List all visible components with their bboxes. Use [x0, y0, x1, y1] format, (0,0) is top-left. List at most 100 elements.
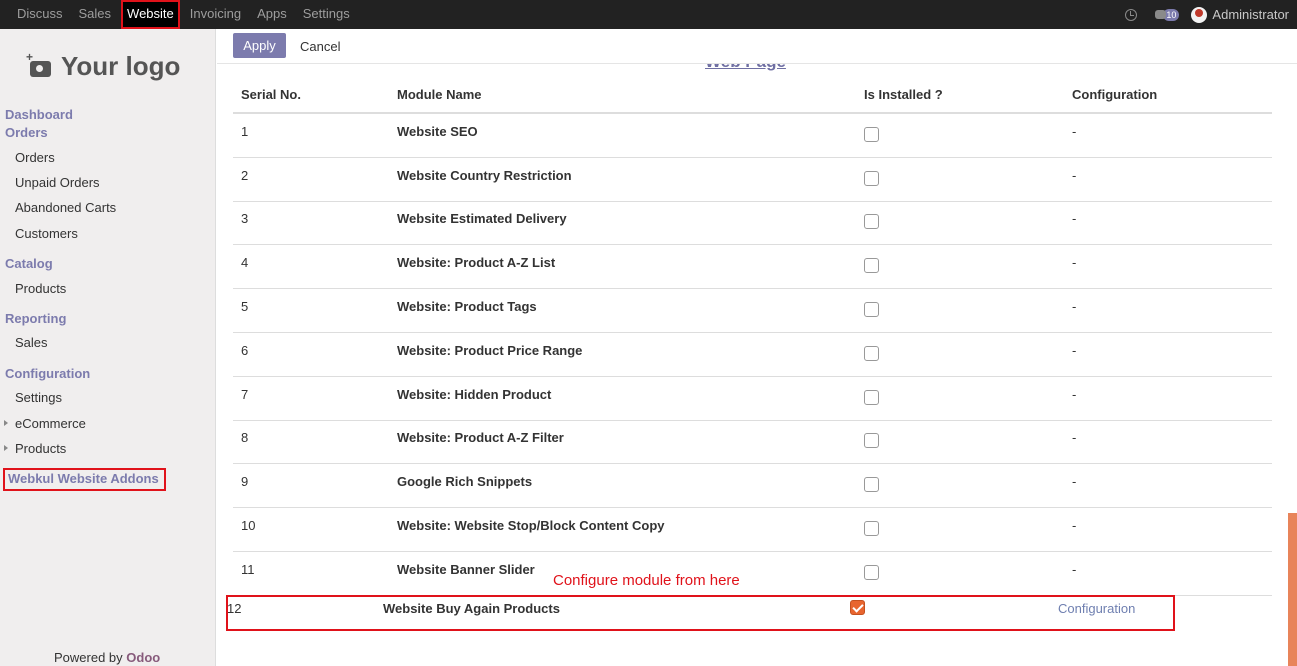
column-serial: Serial No.: [241, 87, 301, 102]
sidebar-section-configuration[interactable]: Configuration: [5, 366, 90, 381]
installed-checkbox[interactable]: [864, 214, 879, 229]
nav-settings[interactable]: Settings: [297, 0, 356, 29]
app-menu: Discuss Sales Website Invoicing Apps Set…: [11, 0, 360, 29]
configuration-cell: -: [1072, 255, 1077, 270]
module-name-cell: Website Banner Slider: [397, 562, 535, 577]
annotation-note: Configure module from here: [553, 572, 740, 589]
column-installed: Is Installed ?: [864, 87, 943, 102]
table-row: 5 Website: Product Tags -: [233, 289, 1272, 333]
sidebar-dashboard[interactable]: Dashboard: [5, 107, 73, 122]
clock-icon[interactable]: [1125, 8, 1138, 21]
sidebar-item-config-products[interactable]: Products: [15, 441, 66, 456]
module-name-cell: Website: Product Tags: [397, 299, 537, 314]
module-name-cell: Website: Product Price Range: [397, 343, 583, 358]
serial-cell: 2: [241, 168, 249, 183]
configuration-cell: -: [1072, 562, 1077, 577]
caret-right-icon: [4, 445, 8, 451]
sidebar-item-orders[interactable]: Orders: [15, 150, 55, 165]
user-menu[interactable]: Administrator: [1212, 7, 1289, 22]
powered-by: Powered by Odoo: [54, 650, 160, 665]
installed-checkbox[interactable]: [864, 171, 879, 186]
main-content: Web Page Serial No. Module Name Is Insta…: [217, 64, 1297, 666]
table-row: 1 Website SEO -: [233, 114, 1272, 158]
apply-button[interactable]: Apply: [233, 33, 286, 58]
nav-invoicing[interactable]: Invoicing: [184, 0, 247, 29]
module-name-cell: Website Estimated Delivery: [397, 211, 567, 226]
table-row: 6 Website: Product Price Range -: [233, 333, 1272, 377]
sidebar: Your logo Dashboard Orders Orders Unpaid…: [0, 29, 216, 666]
systray: 10 Administrator: [1125, 0, 1289, 29]
installed-checkbox[interactable]: [864, 258, 879, 273]
sidebar-item-customers[interactable]: Customers: [15, 226, 78, 241]
serial-cell: 7: [241, 387, 249, 402]
installed-checkbox[interactable]: [864, 521, 879, 536]
installed-checkbox[interactable]: [864, 477, 879, 492]
serial-cell: 11: [241, 562, 255, 577]
nav-apps[interactable]: Apps: [251, 0, 293, 29]
installed-checkbox[interactable]: [864, 127, 879, 142]
sidebar-section-orders[interactable]: Orders: [5, 125, 48, 140]
camera-icon: [26, 50, 51, 77]
odoo-link[interactable]: Odoo: [126, 650, 160, 665]
serial-cell: 5: [241, 299, 249, 314]
module-name-cell: Website Country Restriction: [397, 168, 572, 183]
company-logo[interactable]: Your logo: [26, 50, 181, 82]
table-row: 9 Google Rich Snippets -: [233, 464, 1272, 508]
serial-cell: 3: [241, 211, 249, 226]
configuration-cell: -: [1072, 430, 1077, 445]
user-avatar[interactable]: [1191, 6, 1208, 23]
configuration-cell: -: [1072, 168, 1077, 183]
sidebar-item-products[interactable]: Products: [15, 281, 66, 296]
installed-checkbox[interactable]: [864, 390, 879, 405]
installed-checkbox[interactable]: [864, 433, 879, 448]
module-name-cell: Website SEO: [397, 124, 478, 139]
module-name-cell: Website: Product A-Z List: [397, 255, 556, 270]
sidebar-item-settings[interactable]: Settings: [15, 390, 62, 405]
nav-sales[interactable]: Sales: [73, 0, 118, 29]
module-name-cell: Website: Product A-Z Filter: [397, 430, 564, 445]
cancel-button[interactable]: Cancel: [300, 39, 340, 54]
chat-icon: [1155, 10, 1167, 19]
installed-checkbox[interactable]: [864, 346, 879, 361]
sidebar-section-catalog[interactable]: Catalog: [5, 256, 53, 271]
powered-by-label: Powered by: [54, 650, 123, 665]
installed-checkbox[interactable]: [864, 565, 879, 580]
module-name-cell: Website: Website Stop/Block Content Copy: [397, 518, 665, 533]
sidebar-item-ecommerce[interactable]: eCommerce: [15, 416, 86, 431]
sidebar-item-abandoned-carts[interactable]: Abandoned Carts: [15, 200, 116, 215]
messages-button[interactable]: 10: [1155, 8, 1180, 21]
table-row: 10 Website: Website Stop/Block Content Co…: [233, 508, 1272, 552]
installed-checkbox[interactable]: [864, 302, 879, 317]
serial-cell: 8: [241, 430, 249, 445]
table-row: 7 Website: Hidden Product -: [233, 377, 1272, 421]
sidebar-item-webkul-addons[interactable]: Webkul Website Addons: [3, 468, 166, 491]
serial-cell: 6: [241, 343, 249, 358]
table-row: 8 Website: Product A-Z Filter -: [233, 420, 1272, 464]
configuration-cell: -: [1072, 124, 1077, 139]
table-row: 4 Website: Product A-Z List -: [233, 245, 1272, 289]
column-module-name: Module Name: [397, 87, 482, 102]
sidebar-item-sales[interactable]: Sales: [15, 335, 48, 350]
sidebar-section-reporting[interactable]: Reporting: [5, 311, 66, 326]
configuration-cell: -: [1072, 211, 1077, 226]
table-row: 2 Website Country Restriction -: [233, 158, 1272, 202]
control-panel: Apply Cancel: [217, 29, 1297, 64]
module-name-cell: Website: Hidden Product: [397, 387, 552, 402]
serial-cell: 10: [241, 518, 256, 533]
configuration-cell: -: [1072, 387, 1077, 402]
nav-discuss[interactable]: Discuss: [11, 0, 69, 29]
scrollbar-thumb[interactable]: [1288, 513, 1297, 666]
configuration-cell: -: [1072, 299, 1077, 314]
logo-text: Your logo: [61, 51, 181, 81]
table-header: Serial No. Module Name Is Installed ? Co…: [233, 80, 1272, 114]
nav-website[interactable]: Website: [121, 0, 180, 29]
highlight-box: [226, 595, 1175, 631]
sidebar-item-unpaid-orders[interactable]: Unpaid Orders: [15, 175, 100, 190]
column-configuration: Configuration: [1072, 87, 1158, 102]
caret-right-icon: [4, 420, 8, 426]
top-navbar: Discuss Sales Website Invoicing Apps Set…: [0, 0, 1297, 29]
table-row: 3 Website Estimated Delivery -: [233, 201, 1272, 245]
configuration-cell: -: [1072, 474, 1077, 489]
serial-cell: 9: [241, 474, 249, 489]
table-row: 11 Website Banner Slider -: [233, 552, 1272, 596]
